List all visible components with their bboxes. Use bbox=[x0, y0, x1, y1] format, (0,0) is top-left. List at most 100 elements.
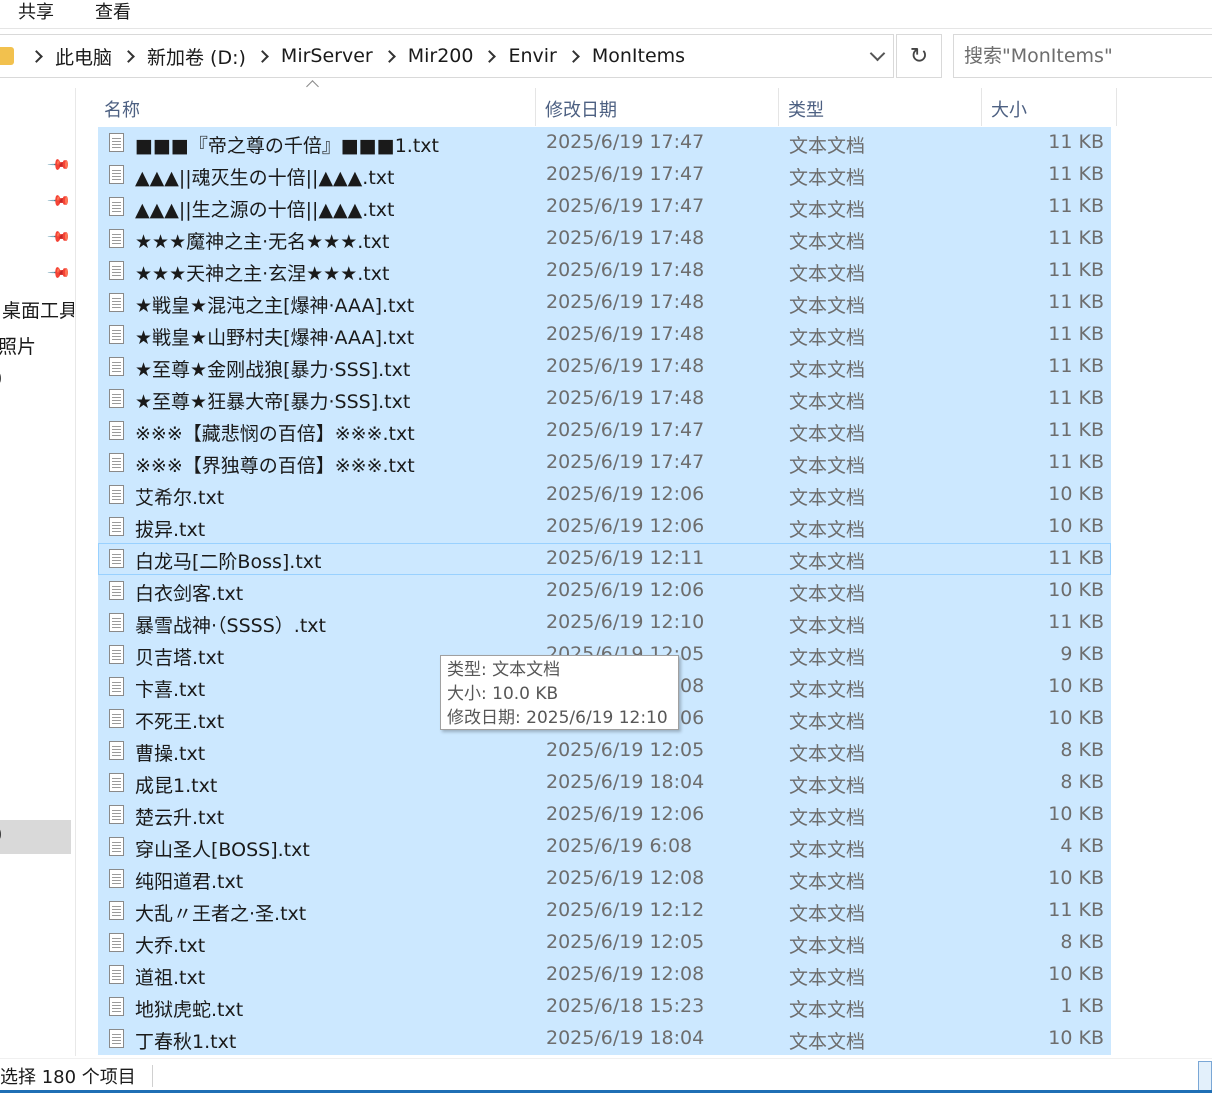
chevron-down-icon[interactable] bbox=[869, 45, 886, 62]
file-row[interactable]: 白衣剑客.txt 2025/6/19 12:06 文本文档 10 KB bbox=[98, 575, 1111, 607]
chevron-right-icon[interactable] bbox=[122, 49, 135, 63]
file-size: 11 KB bbox=[1048, 291, 1104, 313]
file-row[interactable]: 纯阳道君.txt 2025/6/19 12:08 文本文档 10 KB bbox=[98, 863, 1111, 895]
file-type: 文本文档 bbox=[789, 135, 866, 157]
column-type[interactable]: 类型 bbox=[788, 96, 824, 122]
file-row[interactable]: ★戦皇★混沌之主[爆神·AAA].txt 2025/6/19 17:48 文本文档 1… bbox=[98, 287, 1111, 319]
address-bar[interactable]: 此电脑 新加卷 (D:) MirServer Mir200 Envir MonI… bbox=[0, 34, 894, 78]
pane-divider[interactable] bbox=[75, 88, 76, 1056]
file-row[interactable]: 艾希尔.txt 2025/6/19 12:06 文本文档 10 KB bbox=[98, 479, 1111, 511]
file-size: 10 KB bbox=[1048, 579, 1104, 601]
pin-icon[interactable]: 📌 bbox=[46, 152, 72, 178]
file-row[interactable]: ▲▲▲||魂灭生の十倍||▲▲▲.txt 2025/6/19 17:47 文本文档 1… bbox=[98, 159, 1111, 191]
file-row[interactable]: ★★★魔神之主·无名★★★.txt 2025/6/19 17:48 文本文档 11 K… bbox=[98, 223, 1111, 255]
tooltip-size: 大小: 10.0 KB bbox=[447, 684, 559, 704]
column-divider[interactable] bbox=[535, 88, 536, 126]
nav-item-desktop-tools[interactable]: 桌面工具 bbox=[2, 296, 74, 323]
pin-icon[interactable]: 📌 bbox=[46, 188, 72, 214]
breadcrumb-envir[interactable]: Envir bbox=[500, 45, 564, 67]
file-type: 文本文档 bbox=[789, 871, 866, 893]
file-row[interactable]: 大乔.txt 2025/6/19 12:05 文本文档 8 KB bbox=[98, 927, 1111, 959]
file-name: ★戦皇★混沌之主[爆神·AAA].txt bbox=[135, 295, 415, 317]
file-row[interactable]: 道祖.txt 2025/6/19 12:08 文本文档 10 KB bbox=[98, 959, 1111, 991]
chevron-right-icon[interactable] bbox=[566, 49, 580, 63]
file-size: 11 KB bbox=[1048, 451, 1104, 473]
file-row[interactable]: ■■■『帝之尊の千倍』■■■1.txt 2025/6/19 17:47 文本文档 11… bbox=[98, 127, 1111, 159]
file-size: 8 KB bbox=[1060, 739, 1104, 761]
breadcrumb: 此电脑 新加卷 (D:) MirServer Mir200 Envir MonI… bbox=[0, 35, 693, 77]
file-row[interactable]: ※※※【藏悲悯の百倍】※※※.txt 2025/6/19 17:47 文本文档 11 … bbox=[98, 415, 1111, 447]
file-name: 白衣剑客.txt bbox=[135, 583, 244, 605]
file-modified: 2025/6/19 17:47 bbox=[546, 163, 705, 185]
text-file-icon bbox=[109, 773, 124, 792]
text-file-icon bbox=[109, 965, 124, 984]
file-type: 文本文档 bbox=[789, 391, 866, 413]
file-type: 文本文档 bbox=[789, 903, 866, 925]
file-type: 文本文档 bbox=[789, 711, 866, 733]
pin-icon[interactable]: 📌 bbox=[46, 224, 72, 250]
file-type: 文本文档 bbox=[789, 487, 866, 509]
column-divider[interactable] bbox=[778, 88, 779, 126]
file-modified: 2025/6/19 12:08 bbox=[546, 867, 705, 889]
tab-share[interactable]: 共享 bbox=[18, 0, 54, 24]
file-type: 文本文档 bbox=[789, 455, 866, 477]
file-row[interactable]: 大乱〃王者之·圣.txt 2025/6/19 12:12 文本文档 11 KB bbox=[98, 895, 1111, 927]
search-input[interactable] bbox=[954, 35, 1212, 77]
refresh-button[interactable]: ↻ bbox=[896, 34, 942, 78]
tab-view[interactable]: 查看 bbox=[95, 0, 131, 24]
text-file-icon bbox=[109, 261, 124, 280]
chevron-right-icon[interactable] bbox=[30, 49, 43, 63]
nav-item-selected[interactable]: 0 bbox=[0, 820, 71, 854]
file-row[interactable]: ★至尊★金刚战狼[暴力·SSS].txt 2025/6/19 17:48 文本文档 1… bbox=[98, 351, 1111, 383]
breadcrumb-drive-d[interactable]: 新加卷 (D:) bbox=[139, 43, 254, 70]
breadcrumb-mir200[interactable]: Mir200 bbox=[400, 45, 482, 67]
column-divider[interactable] bbox=[1116, 88, 1117, 126]
file-row[interactable]: ※※※【界独尊の百倍】※※※.txt 2025/6/19 17:47 文本文档 11 … bbox=[98, 447, 1111, 479]
chevron-right-icon[interactable] bbox=[382, 49, 396, 63]
file-row-focused[interactable]: 白龙马[二阶Boss].txt 2025/6/19 12:11 文本文档 11 KB bbox=[98, 543, 1111, 575]
breadcrumb-mirserver[interactable]: MirServer bbox=[273, 45, 381, 67]
nav-item-photos[interactable]: 照片 bbox=[0, 332, 36, 359]
file-row[interactable]: ▲▲▲||生之源の十倍||▲▲▲.txt 2025/6/19 17:47 文本文档 1… bbox=[98, 191, 1111, 223]
column-name[interactable]: 名称 bbox=[104, 96, 140, 122]
column-modified[interactable]: 修改日期 bbox=[545, 96, 617, 122]
file-row[interactable]: 曹操.txt 2025/6/19 12:05 文本文档 8 KB bbox=[98, 735, 1111, 767]
breadcrumb-monitems[interactable]: MonItems bbox=[584, 45, 693, 67]
file-modified: 2025/6/19 18:04 bbox=[546, 771, 705, 793]
file-row[interactable]: 穿山圣人[BOSS].txt 2025/6/19 6:08 文本文档 4 KB bbox=[98, 831, 1111, 863]
file-size: 1 KB bbox=[1060, 995, 1104, 1017]
file-row[interactable]: 地狱虎蛇.txt 2025/6/18 15:23 文本文档 1 KB bbox=[98, 991, 1111, 1023]
search-box[interactable] bbox=[953, 34, 1212, 78]
column-divider[interactable] bbox=[981, 88, 982, 126]
text-file-icon bbox=[109, 165, 124, 184]
file-name: ★戦皇★山野村夫[爆神·AAA].txt bbox=[135, 327, 415, 349]
nav-item-partial[interactable]: 0 bbox=[0, 368, 2, 390]
chevron-right-icon[interactable] bbox=[483, 49, 497, 63]
file-row[interactable]: 楚云升.txt 2025/6/19 12:06 文本文档 10 KB bbox=[98, 799, 1111, 831]
pin-icon[interactable]: 📌 bbox=[46, 260, 72, 286]
text-file-icon bbox=[109, 133, 124, 152]
file-name: 丁春秋1.txt bbox=[135, 1031, 237, 1053]
file-size: 11 KB bbox=[1048, 259, 1104, 281]
file-row[interactable]: ★★★天神之主·玄涅★★★.txt 2025/6/19 17:48 文本文档 11 K… bbox=[98, 255, 1111, 287]
file-size: 10 KB bbox=[1048, 803, 1104, 825]
file-modified: 2025/6/19 17:47 bbox=[546, 195, 705, 217]
details-view-icon[interactable] bbox=[1198, 1061, 1212, 1091]
file-size: 11 KB bbox=[1048, 195, 1104, 217]
text-file-icon bbox=[109, 869, 124, 888]
file-row[interactable]: 成昆1.txt 2025/6/19 18:04 文本文档 8 KB bbox=[98, 767, 1111, 799]
file-modified: 2025/6/19 17:48 bbox=[546, 291, 705, 313]
file-modified: 2025/6/19 6:08 bbox=[546, 835, 693, 857]
text-file-icon bbox=[109, 517, 124, 536]
text-file-icon bbox=[109, 837, 124, 856]
column-size[interactable]: 大小 bbox=[991, 96, 1027, 122]
file-row[interactable]: ★至尊★狂暴大帝[暴力·SSS].txt 2025/6/19 17:48 文本文档 1… bbox=[98, 383, 1111, 415]
file-row[interactable]: 丁春秋1.txt 2025/6/19 18:04 文本文档 10 KB bbox=[98, 1023, 1111, 1055]
file-row[interactable]: ★戦皇★山野村夫[爆神·AAA].txt 2025/6/19 17:48 文本文档 1… bbox=[98, 319, 1111, 351]
chevron-right-icon[interactable] bbox=[256, 49, 269, 63]
file-modified: 2025/6/18 15:23 bbox=[546, 995, 705, 1017]
file-row[interactable]: 拔异.txt 2025/6/19 12:06 文本文档 10 KB bbox=[98, 511, 1111, 543]
breadcrumb-this-pc[interactable]: 此电脑 bbox=[47, 43, 120, 70]
file-type: 文本文档 bbox=[789, 423, 866, 445]
file-row[interactable]: 暴雪战神·（SSSS）.txt 2025/6/19 12:10 文本文档 11 KB bbox=[98, 607, 1111, 639]
